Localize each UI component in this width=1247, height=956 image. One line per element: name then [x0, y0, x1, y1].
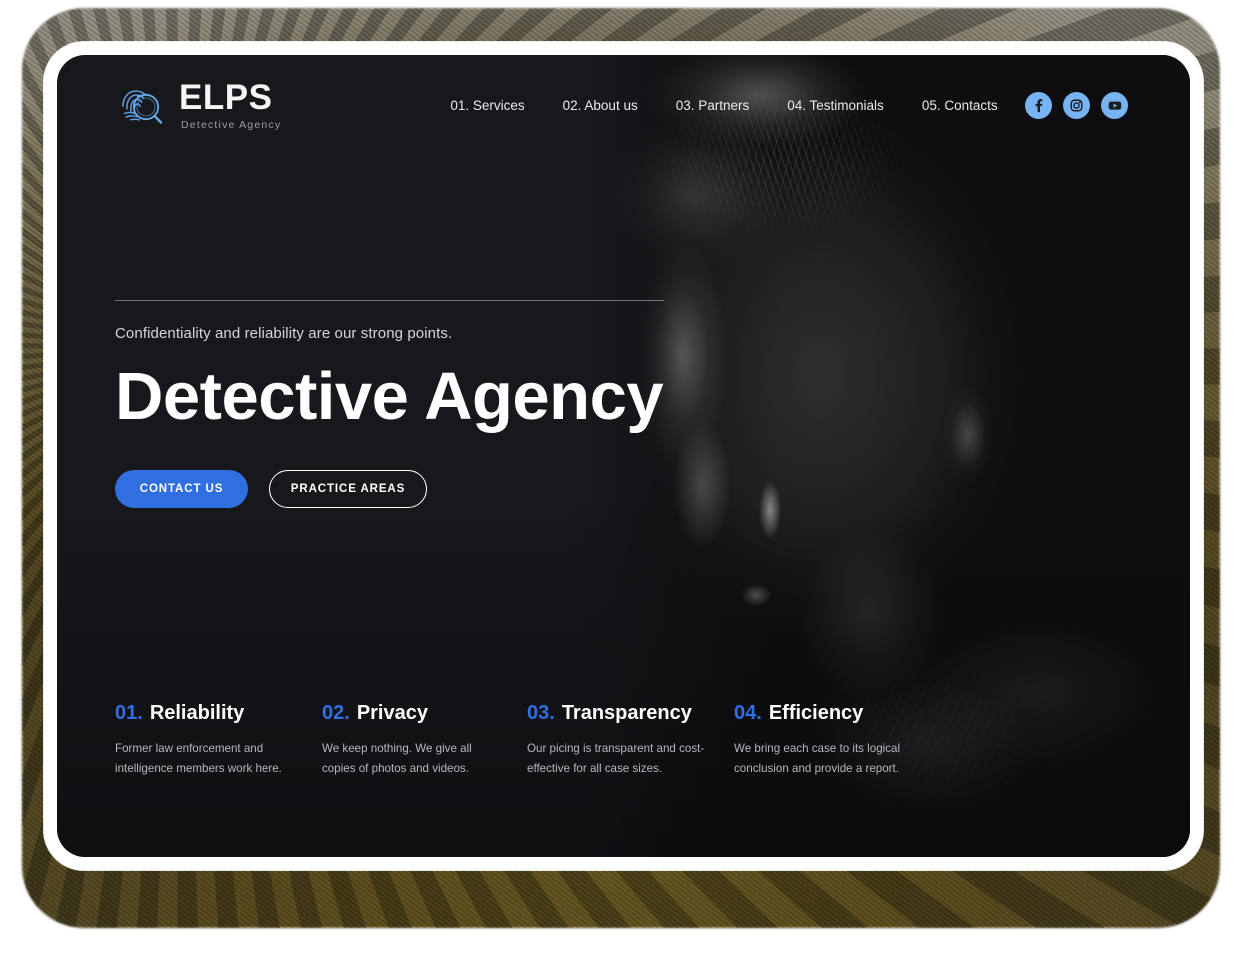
feature-privacy: 02. Privacy We keep nothing. We give all… [322, 702, 527, 779]
instagram-icon [1070, 99, 1083, 111]
feature-description: We bring each case to its logical conclu… [734, 742, 901, 776]
youtube-link[interactable] [1101, 91, 1128, 119]
nav-item-partners[interactable]: 03. Partners [657, 92, 769, 119]
feature-title: Transparency [561, 702, 692, 725]
feature-description: Our picing is transparent and cost-effec… [527, 742, 705, 776]
feature-heading: 01. Reliability [115, 702, 322, 725]
hero-divider [115, 300, 664, 301]
social-links [1025, 91, 1128, 119]
website-page: ELPS Detective Agency 01. Services 02. A… [57, 55, 1190, 857]
features-strip: 01. Reliability Former law enforcement a… [115, 702, 1125, 779]
page-title: Detective Agency [115, 359, 664, 434]
feature-efficiency: 04. Efficiency We bring each case to its… [734, 702, 939, 779]
feature-title: Reliability [149, 702, 245, 725]
instagram-link[interactable] [1063, 91, 1090, 119]
feature-description: We keep nothing. We give all copies of p… [322, 742, 472, 776]
mockup-frame: ELPS Detective Agency 01. Services 02. A… [0, 0, 1247, 956]
feature-heading: 04. Efficiency [734, 702, 939, 725]
feature-transparency: 03. Transparency Our picing is transpare… [527, 702, 734, 779]
brand-name: ELPS [179, 77, 273, 117]
feature-heading: 02. Privacy [322, 702, 527, 725]
feature-description: Former law enforcement and intelligence … [115, 742, 282, 776]
hero-section: Confidentiality and reliability are our … [115, 300, 664, 509]
nav-item-testimonials[interactable]: 04. Testimonials [768, 92, 903, 119]
feature-number: 02. [322, 702, 350, 725]
contact-us-button[interactable]: CONTACT US [115, 470, 248, 509]
facebook-icon [1035, 98, 1043, 112]
hero-buttons: CONTACT US PRACTICE AREAS [115, 470, 664, 509]
nav-item-services[interactable]: 01. Services [431, 92, 543, 119]
hero-tagline: Confidentiality and reliability are our … [115, 325, 453, 342]
practice-areas-button[interactable]: PRACTICE AREAS [269, 470, 427, 509]
brand-logo[interactable]: ELPS Detective Agency [115, 80, 281, 131]
brand-tagline: Detective Agency [181, 118, 282, 131]
site-header: ELPS Detective Agency 01. Services 02. A… [57, 55, 1190, 155]
fingerprint-magnifier-icon [122, 90, 163, 124]
facebook-link[interactable] [1025, 91, 1052, 119]
feature-reliability: 01. Reliability Former law enforcement a… [115, 702, 322, 779]
feature-heading: 03. Transparency [527, 702, 734, 725]
feature-number: 04. [734, 702, 762, 725]
feature-title: Privacy [356, 702, 428, 725]
main-nav: 01. Services 02. About us 03. Partners 0… [431, 92, 1016, 119]
feature-number: 03. [527, 702, 555, 725]
nav-item-about-us[interactable]: 02. About us [544, 92, 657, 119]
nav-item-contacts[interactable]: 05. Contacts [903, 92, 1017, 119]
feature-title: Efficiency [768, 702, 864, 725]
youtube-icon [1108, 101, 1121, 110]
feature-number: 01. [115, 702, 143, 725]
